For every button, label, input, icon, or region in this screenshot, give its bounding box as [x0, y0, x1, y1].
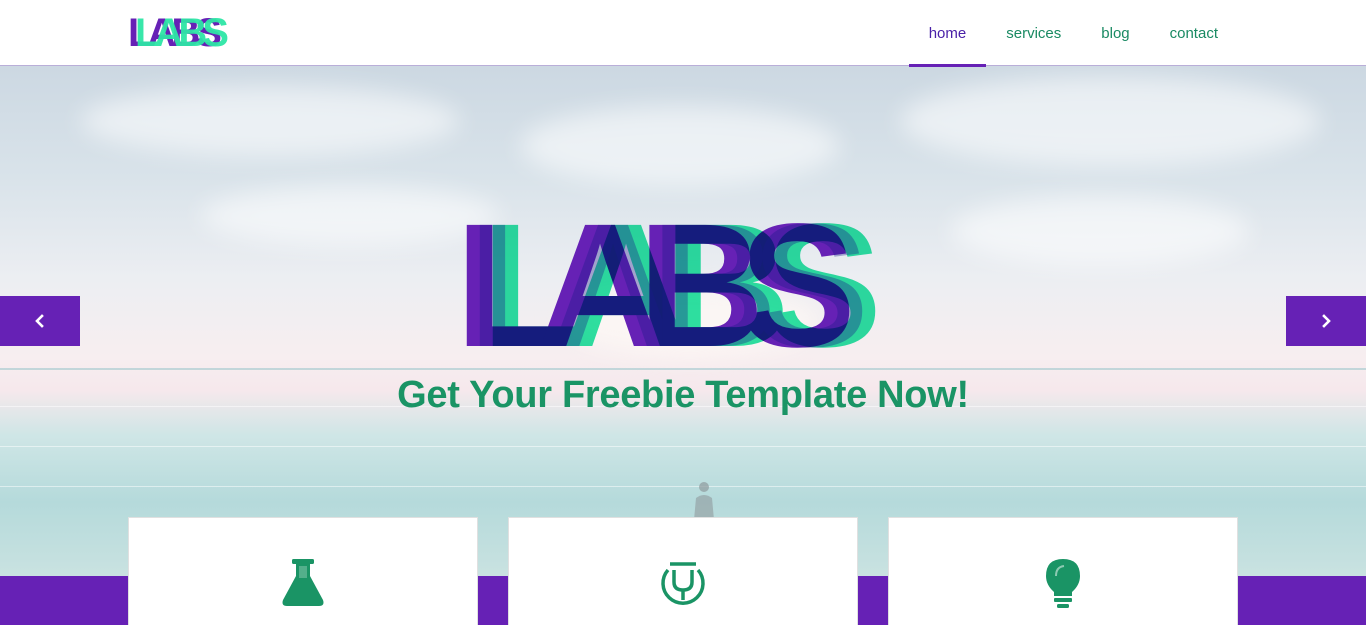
background-cloud — [950, 196, 1250, 266]
hero-tagline: Get Your Freebie Template Now! — [397, 374, 969, 416]
flask-icon — [282, 559, 324, 606]
feature-card[interactable] — [128, 517, 478, 625]
person-silhouette — [694, 482, 714, 520]
main-nav: home services blog contact — [908, 0, 1238, 67]
hero-logo-shadow: LABS — [468, 188, 869, 384]
chevron-right-icon — [1322, 314, 1331, 328]
logo-text-green: LABS — [135, 11, 229, 55]
background-cloud — [900, 76, 1320, 166]
slider-next-button[interactable] — [1286, 296, 1366, 346]
site-logo[interactable]: LABS LABS — [128, 11, 248, 55]
nav-item-contact[interactable]: contact — [1150, 0, 1238, 66]
nav-item-services[interactable]: services — [986, 0, 1081, 66]
feature-card[interactable] — [888, 517, 1238, 625]
slider-prev-button[interactable] — [0, 296, 80, 346]
chevron-left-icon — [35, 314, 44, 328]
site-header: LABS LABS home services blog contact — [0, 0, 1366, 67]
background-cloud — [80, 86, 460, 156]
feature-card[interactable] — [508, 517, 858, 625]
hero-logo: LABS LABS LABS — [455, 188, 925, 384]
sea-wave — [0, 486, 1366, 487]
magnet-icon — [661, 562, 705, 605]
nav-item-blog[interactable]: blog — [1081, 0, 1149, 66]
background-cloud — [520, 106, 840, 186]
nav-item-home[interactable]: home — [908, 0, 987, 67]
lightbulb-icon — [1046, 559, 1080, 608]
sea-wave — [0, 446, 1366, 447]
